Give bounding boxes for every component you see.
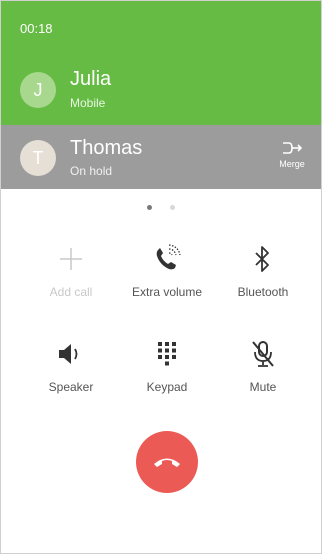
add-call-button[interactable]: Add call: [21, 243, 121, 299]
avatar: J: [20, 72, 56, 108]
avatar: T: [20, 140, 56, 176]
caller-name: Julia: [70, 68, 112, 90]
extra-volume-label: Extra volume: [131, 285, 203, 299]
active-call-panel[interactable]: 00:18 J Julia Mobile: [1, 1, 321, 125]
mute-button[interactable]: Mute: [213, 338, 313, 394]
page-dot: [170, 205, 175, 210]
mute-label: Mute: [249, 380, 277, 394]
phone-volume-icon: [156, 244, 181, 270]
avatar-initial: T: [32, 147, 44, 168]
plus-icon: [60, 248, 82, 270]
keypad-button[interactable]: Keypad: [117, 338, 217, 394]
call-timer: 00:18: [20, 21, 53, 36]
keypad-icon: [158, 342, 176, 366]
bluetooth-button[interactable]: Bluetooth: [213, 243, 313, 299]
end-call-button[interactable]: [136, 431, 198, 493]
bluetooth-icon: [255, 246, 269, 272]
merge-button[interactable]: Merge: [275, 140, 309, 169]
avatar-initial: J: [33, 79, 43, 100]
extra-volume-button[interactable]: Extra volume: [117, 243, 217, 299]
bluetooth-label: Bluetooth: [237, 285, 289, 299]
caller-number-type: Mobile: [70, 96, 106, 110]
speaker-label: Speaker: [48, 380, 94, 394]
page-indicator: [1, 205, 321, 210]
page-dot-active: [147, 205, 152, 210]
speaker-button[interactable]: Speaker: [21, 338, 121, 394]
keypad-label: Keypad: [146, 380, 188, 394]
mic-mute-icon: [252, 341, 274, 367]
held-call-panel[interactable]: T Thomas On hold Merge: [1, 125, 321, 189]
in-call-screen: 00:18 J Julia Mobile T Thomas On hold Me…: [0, 0, 322, 554]
end-call-icon: [154, 458, 180, 467]
merge-label: Merge: [279, 159, 305, 169]
hold-status: On hold: [70, 164, 113, 178]
caller-name: Thomas: [70, 137, 143, 159]
add-call-label: Add call: [49, 285, 93, 299]
merge-icon: [283, 142, 303, 154]
speaker-icon: [59, 344, 78, 364]
